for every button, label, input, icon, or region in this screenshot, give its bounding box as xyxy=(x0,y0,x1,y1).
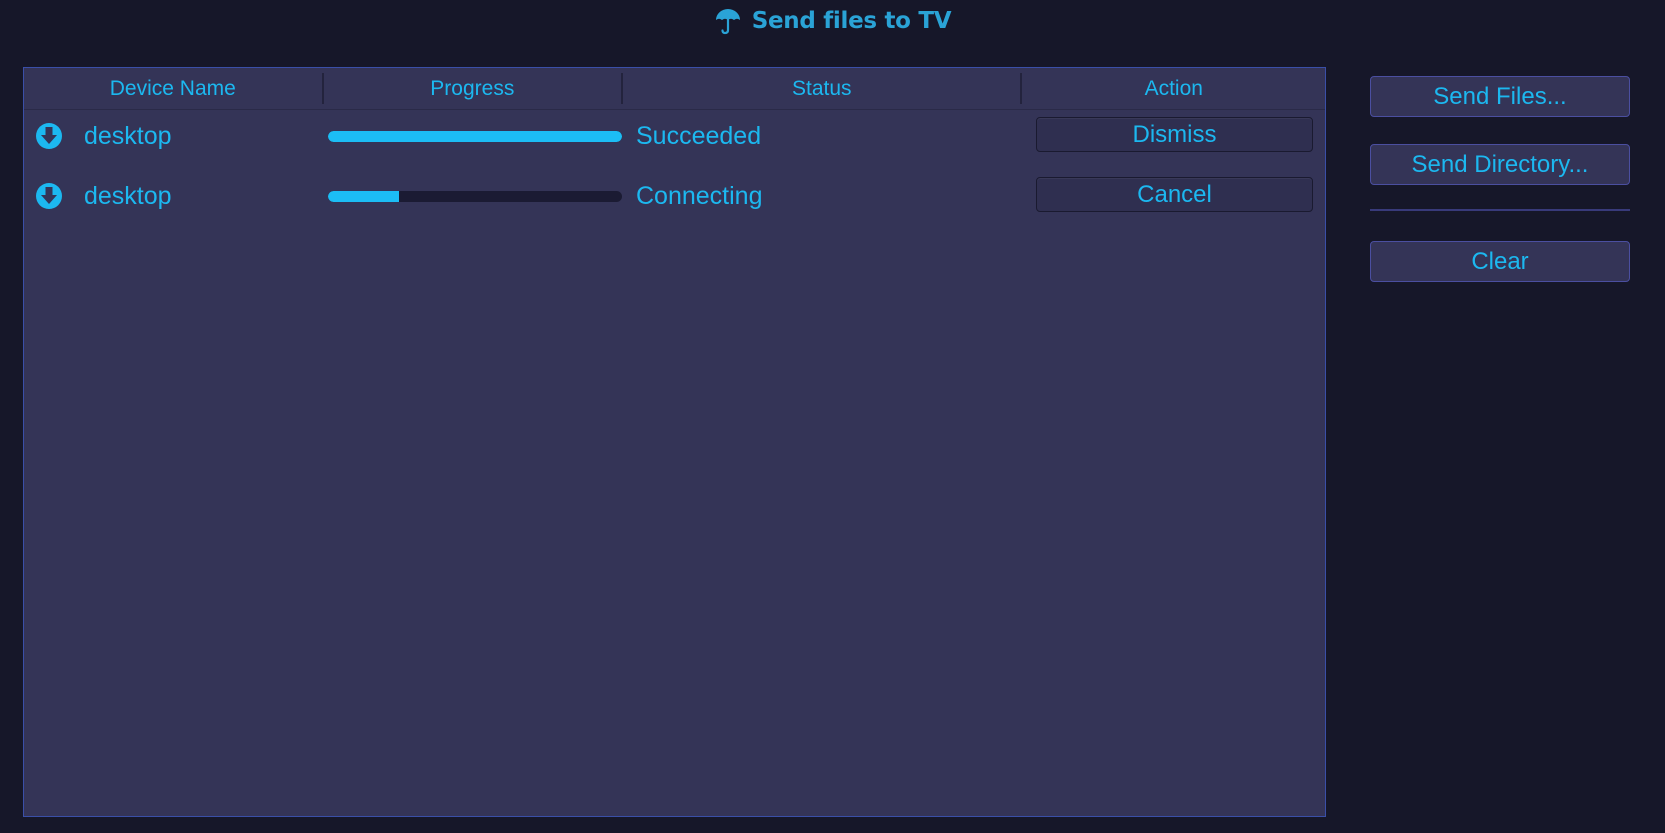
status-text: Connecting xyxy=(636,182,763,210)
progress-fill xyxy=(328,131,622,142)
clear-button[interactable]: Clear xyxy=(1370,241,1630,282)
column-header-status[interactable]: Status xyxy=(623,73,1023,104)
column-header-action[interactable]: Action xyxy=(1022,73,1325,104)
download-circle-icon xyxy=(35,182,63,210)
progress-bar xyxy=(328,191,622,202)
table-row[interactable]: desktop Succeeded Dismiss xyxy=(24,110,1325,162)
send-directory-button[interactable]: Send Directory... xyxy=(1370,144,1630,185)
download-circle-icon xyxy=(35,122,63,150)
send-files-button[interactable]: Send Files... xyxy=(1370,76,1630,117)
cancel-button[interactable]: Cancel xyxy=(1036,177,1313,212)
progress-fill xyxy=(328,191,399,202)
table-row[interactable]: desktop Connecting Cancel xyxy=(24,170,1325,222)
progress-bar xyxy=(328,131,622,142)
device-name: desktop xyxy=(84,182,172,210)
status-text: Succeeded xyxy=(636,122,762,150)
umbrella-icon xyxy=(714,7,742,35)
transfers-table: Device Name Progress Status Action deskt… xyxy=(23,67,1326,817)
device-name: desktop xyxy=(84,122,172,150)
dismiss-button[interactable]: Dismiss xyxy=(1036,117,1313,152)
window-titlebar: Send files to TV xyxy=(0,0,1665,42)
column-header-device-name[interactable]: Device Name xyxy=(24,73,324,104)
sidebar-divider xyxy=(1370,209,1630,211)
table-header: Device Name Progress Status Action xyxy=(24,68,1325,110)
column-header-progress[interactable]: Progress xyxy=(324,73,624,104)
window-title: Send files to TV xyxy=(751,8,952,34)
